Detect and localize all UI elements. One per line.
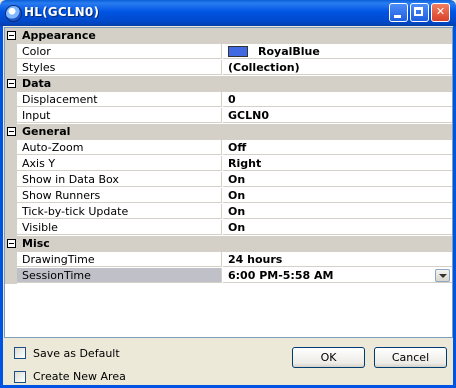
row-gutter [5,60,17,76]
property-row[interactable]: Tick-by-tick Update On [5,204,452,220]
save-as-default-label: Save as Default [33,347,120,360]
property-value[interactable]: On [223,204,452,219]
property-value[interactable]: Right [223,156,452,171]
property-value[interactable]: (Collection) [223,60,452,75]
category-gutter [5,236,17,252]
category-label: General [22,125,71,138]
property-name[interactable]: Visible [17,220,222,235]
collapse-icon[interactable] [7,31,16,40]
property-name[interactable]: Displacement [17,92,222,107]
category-gutter [5,124,17,140]
property-name[interactable]: Axis Y [17,156,222,171]
save-as-default-checkbox[interactable] [14,347,26,359]
property-name[interactable]: DrawingTime [17,252,222,267]
row-gutter [5,172,17,188]
create-new-area-label: Create New Area [33,370,126,383]
row-gutter [5,108,17,124]
close-button[interactable]: ✕ [431,3,450,22]
ok-button[interactable]: OK [292,347,365,368]
collapse-icon[interactable] [7,127,16,136]
row-gutter [5,252,17,268]
app-icon [5,5,22,22]
property-value-text: On [228,189,246,202]
row-gutter [5,220,17,236]
collapse-icon[interactable] [7,239,16,248]
category-row[interactable]: Data [5,76,452,92]
property-row[interactable]: Axis Y Right [5,156,452,172]
create-new-area-checkbox[interactable] [14,371,26,383]
dropdown-arrow-icon[interactable] [435,269,450,282]
category-row[interactable]: Appearance [5,28,452,44]
maximize-button[interactable] [410,3,429,22]
property-value[interactable]: 24 hours [223,252,452,267]
property-row[interactable]: Visible On [5,220,452,236]
minimize-button[interactable] [389,3,408,22]
property-grid[interactable]: Appearance Color RoyalBlue Styles (Collectio… [4,27,453,338]
property-value-text: 6:00 PM-5:58 AM [228,269,334,282]
property-row[interactable]: Auto-Zoom Off [5,140,452,156]
window-title: HL(GCLN0) [24,5,100,19]
property-name[interactable]: Input [17,108,222,123]
property-value[interactable]: 0 [223,92,452,107]
property-row[interactable]: DrawingTime 24 hours [5,252,452,268]
property-row[interactable]: SessionTime 6:00 PM-5:58 AM [5,268,452,284]
row-gutter [5,204,17,220]
property-value[interactable]: On [223,188,452,203]
property-name[interactable]: Show in Data Box [17,172,222,187]
property-name[interactable]: Styles [17,60,222,75]
property-row[interactable]: Input GCLN0 [5,108,452,124]
category-gutter [5,76,17,92]
row-gutter [5,268,17,284]
property-value[interactable]: On [223,172,452,187]
property-name[interactable]: Show Runners [17,188,222,203]
row-gutter [5,92,17,108]
category-row[interactable]: Misc [5,236,452,252]
property-value-text: On [228,173,246,186]
category-label: Appearance [22,29,96,42]
row-gutter [5,188,17,204]
property-value-text: 0 [228,93,236,106]
property-value[interactable]: GCLN0 [223,108,452,123]
property-value-text: RoyalBlue [258,45,320,58]
property-value[interactable]: On [223,220,452,235]
property-value[interactable]: Off [223,140,452,155]
property-name[interactable]: Auto-Zoom [17,140,222,155]
cancel-button[interactable]: Cancel [374,347,447,368]
property-name[interactable]: SessionTime [17,268,222,283]
property-value[interactable]: RoyalBlue [223,44,452,59]
property-value-text: On [228,221,246,234]
property-name[interactable]: Color [17,44,222,59]
color-swatch [228,46,248,57]
category-label: Data [22,77,52,90]
row-gutter [5,44,17,60]
category-gutter [5,28,17,44]
category-label: Misc [22,237,50,250]
property-name[interactable]: Tick-by-tick Update [17,204,222,219]
property-row[interactable]: Displacement 0 [5,92,452,108]
property-value-text: GCLN0 [228,109,269,122]
property-row[interactable]: Show Runners On [5,188,452,204]
property-value[interactable]: 6:00 PM-5:58 AM [223,268,452,283]
property-row[interactable]: Styles (Collection) [5,60,452,76]
property-value-text: Off [228,141,247,154]
row-gutter [5,156,17,172]
title-bar[interactable]: HL(GCLN0) ✕ [0,0,456,26]
row-gutter [5,140,17,156]
category-row[interactable]: General [5,124,452,140]
property-value-text: Right [228,157,262,170]
property-row[interactable]: Color RoyalBlue [5,44,452,60]
property-value-text: (Collection) [228,61,300,74]
property-value-text: On [228,205,246,218]
property-value-text: 24 hours [228,253,283,266]
property-row[interactable]: Show in Data Box On [5,172,452,188]
collapse-icon[interactable] [7,79,16,88]
close-icon: ✕ [435,5,446,18]
